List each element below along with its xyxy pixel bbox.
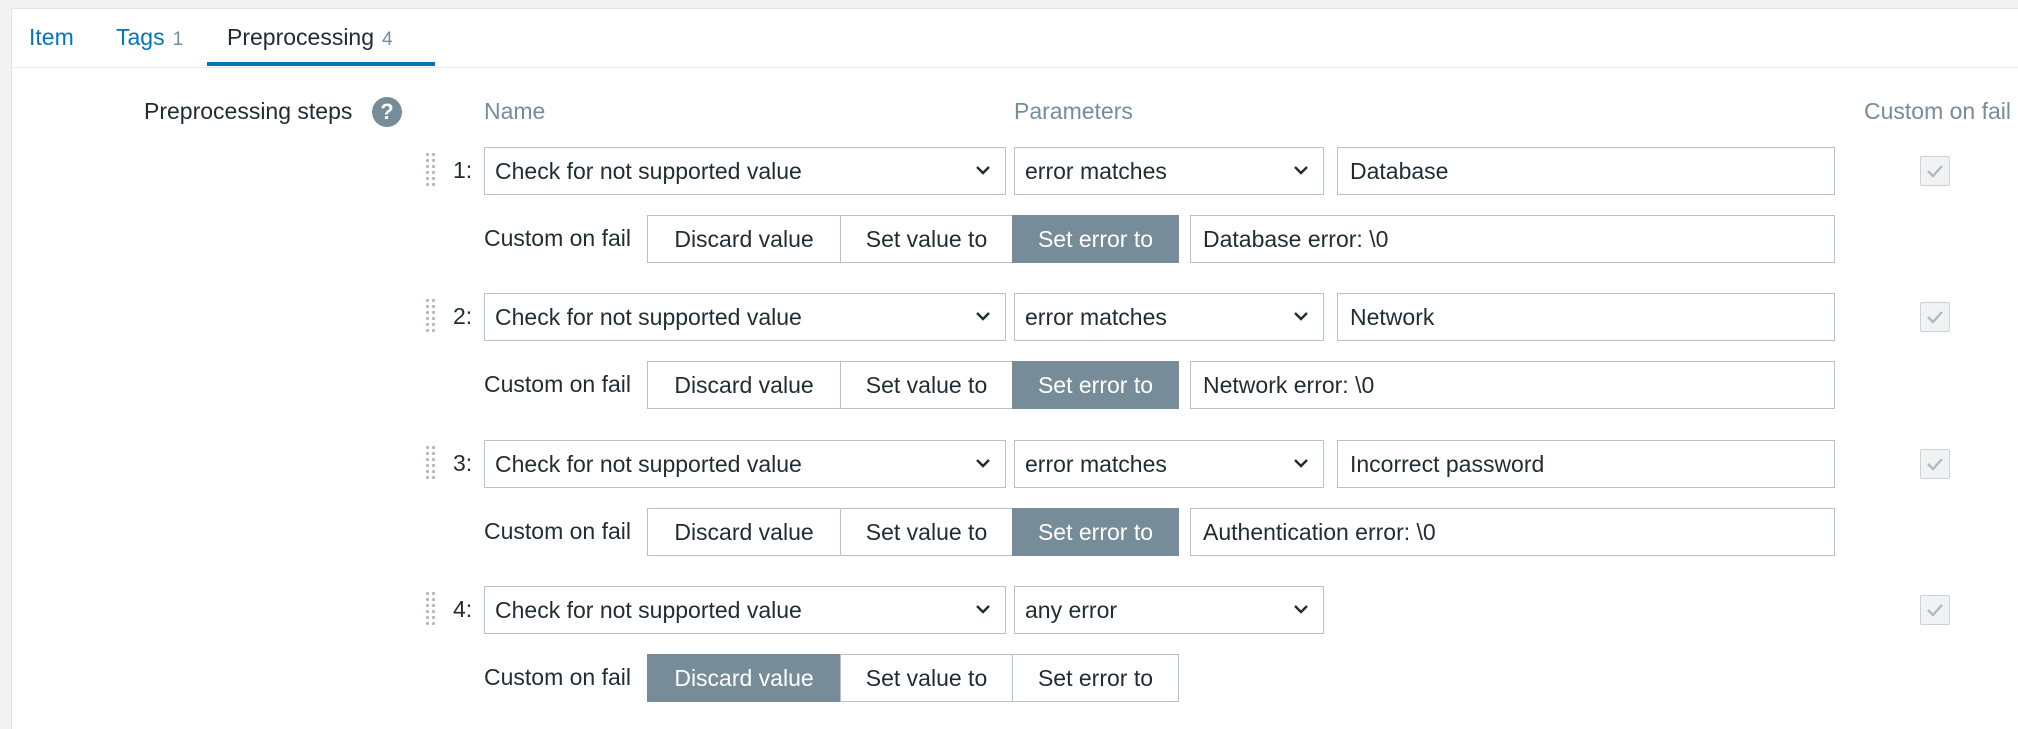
set-value-to-button[interactable]: Set value to: [840, 654, 1013, 702]
set-error-to-button[interactable]: Set error to: [1012, 215, 1179, 263]
step-name-select[interactable]: Check for not supported value: [484, 147, 1006, 195]
step-number: 4:: [453, 596, 473, 622]
step-number: 3:: [453, 450, 473, 476]
active-tab-indicator: [207, 62, 435, 66]
drag-handle-icon[interactable]: [426, 299, 438, 335]
discard-value-button[interactable]: Discard value: [647, 361, 841, 409]
custom-on-fail-checkbox[interactable]: [1920, 595, 1950, 625]
chevron-down-icon: [1291, 441, 1311, 487]
discard-value-button[interactable]: Discard value: [647, 654, 841, 702]
tab-item[interactable]: Item: [29, 9, 74, 65]
custom-on-fail-label: Custom on fail: [484, 225, 632, 251]
check-icon: [1921, 165, 1949, 189]
tab-item-label: Item: [29, 24, 74, 50]
chevron-down-icon: [973, 587, 993, 633]
step-name-value: Check for not supported value: [495, 597, 802, 623]
custom-on-fail-value-input[interactable]: Database error: \0: [1190, 215, 1835, 263]
discard-value-button[interactable]: Discard value: [647, 508, 841, 556]
column-header-custom-on-fail: Custom on fail: [1864, 98, 2012, 124]
step-parameter-select[interactable]: error matches: [1014, 440, 1324, 488]
step-number: 2:: [453, 303, 473, 329]
custom-on-fail-checkbox[interactable]: [1920, 449, 1950, 479]
step-name-select[interactable]: Check for not supported value: [484, 440, 1006, 488]
custom-on-fail-checkbox[interactable]: [1920, 302, 1950, 332]
tab-tags-count: 1: [172, 29, 184, 50]
custom-on-fail-value-input[interactable]: Network error: \0: [1190, 361, 1835, 409]
set-value-to-button[interactable]: Set value to: [840, 508, 1013, 556]
tab-preprocessing-count: 4: [382, 29, 393, 50]
step-name-value: Check for not supported value: [495, 304, 802, 330]
set-value-to-button[interactable]: Set value to: [840, 215, 1013, 263]
drag-handle-icon[interactable]: [426, 446, 438, 482]
preprocessing-steps-label: Preprocessing steps: [144, 98, 353, 124]
chevron-down-icon: [1291, 148, 1311, 194]
tab-tags[interactable]: Tags 1: [116, 9, 183, 65]
step-parameter-select[interactable]: error matches: [1014, 293, 1324, 341]
set-error-to-button[interactable]: Set error to: [1012, 361, 1179, 409]
step-name-value: Check for not supported value: [495, 158, 802, 184]
step-name-select[interactable]: Check for not supported value: [484, 293, 1006, 341]
step-parameter-value: any error: [1025, 597, 1118, 623]
chevron-down-icon: [973, 441, 993, 487]
chevron-down-icon: [1291, 587, 1311, 633]
drag-handle-icon[interactable]: [426, 592, 438, 628]
chevron-down-icon: [1291, 294, 1311, 340]
custom-on-fail-value-input[interactable]: Authentication error: \0: [1190, 508, 1835, 556]
step-parameter-value: error matches: [1025, 158, 1167, 184]
help-glyph: ?: [380, 99, 394, 124]
custom-on-fail-checkbox[interactable]: [1920, 156, 1950, 186]
custom-on-fail-label: Custom on fail: [484, 371, 632, 397]
custom-on-fail-label: Custom on fail: [484, 664, 632, 690]
tab-preprocessing-label: Preprocessing: [227, 24, 375, 50]
chevron-down-icon: [973, 148, 993, 194]
step-name-value: Check for not supported value: [495, 451, 802, 477]
set-error-to-button[interactable]: Set error to: [1012, 508, 1179, 556]
set-error-to-button[interactable]: Set error to: [1012, 654, 1179, 702]
chevron-down-icon: [973, 294, 993, 340]
step-name-select[interactable]: Check for not supported value: [484, 586, 1006, 634]
check-icon: [1921, 458, 1949, 482]
column-header-parameters: Parameters: [1014, 98, 1133, 124]
set-value-to-button[interactable]: Set value to: [840, 361, 1013, 409]
column-header-name: Name: [484, 98, 546, 124]
check-icon: [1921, 604, 1949, 628]
check-icon: [1921, 311, 1949, 335]
custom-on-fail-label: Custom on fail: [484, 518, 632, 544]
tab-preprocessing[interactable]: Preprocessing 4: [227, 9, 393, 65]
step-parameter-input[interactable]: Network: [1337, 293, 1835, 341]
step-parameter-value: error matches: [1025, 451, 1167, 477]
step-number: 1:: [453, 157, 473, 183]
help-icon[interactable]: ?: [372, 97, 402, 127]
step-parameter-input[interactable]: Database: [1337, 147, 1835, 195]
step-parameter-input[interactable]: Incorrect password: [1337, 440, 1835, 488]
discard-value-button[interactable]: Discard value: [647, 215, 841, 263]
step-parameter-select[interactable]: error matches: [1014, 147, 1324, 195]
step-parameter-value: error matches: [1025, 304, 1167, 330]
tab-bar: Item Tags 1 Preprocessing 4: [12, 9, 2018, 68]
tab-tags-label: Tags: [116, 24, 165, 50]
step-parameter-select[interactable]: any error: [1014, 586, 1324, 634]
drag-handle-icon[interactable]: [426, 153, 438, 189]
